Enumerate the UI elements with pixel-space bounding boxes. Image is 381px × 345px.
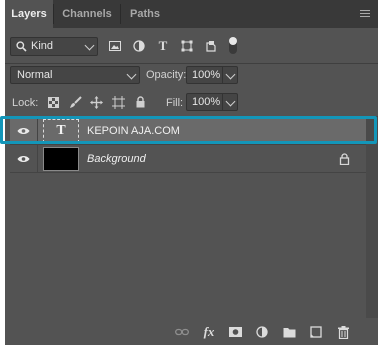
layers-panel: Layers Channels Paths Kind T Normal Opac… [5,0,378,345]
chevron-down-icon [84,40,95,51]
selected-layer-highlight [0,116,377,144]
layer-style-fx-icon[interactable]: fx [201,324,217,340]
layer-thumbnail-background[interactable] [43,147,79,171]
trash-icon[interactable] [335,324,351,340]
new-group-folder-icon[interactable] [281,324,297,340]
filter-kind-select[interactable]: Kind [10,37,98,56]
smart-object-filter-icon[interactable] [203,38,219,54]
panel-menu-icon[interactable] [360,10,370,18]
tab-layers[interactable]: Layers [5,0,53,28]
blend-mode-select[interactable]: Normal [10,66,140,84]
fill-value: 100% [192,96,221,108]
eye-icon [17,156,30,162]
fill-field[interactable]: 100% [186,93,238,111]
tab-channels[interactable]: Channels [54,0,120,28]
chevron-down-icon[interactable] [225,96,236,107]
image-filter-icon[interactable] [107,38,123,54]
layer-row-background[interactable]: Background [10,145,366,173]
blend-mode-value: Normal [17,69,53,81]
filter-kind-label: Kind [31,40,54,52]
lock-transparent-pixels-icon[interactable] [45,94,61,110]
fill-label: Fill: [166,97,184,109]
search-icon [16,41,27,52]
lock-row: Lock: Fill: 100% [5,89,378,115]
tab-paths[interactable]: Paths [121,0,169,28]
lock-label: Lock: [12,97,39,109]
layers-footer: fx [5,318,378,345]
shape-filter-icon[interactable] [179,38,195,54]
lock-image-pixels-icon[interactable] [67,94,83,110]
visibility-toggle[interactable] [10,145,38,173]
chevron-down-icon [126,69,137,80]
lock-all-icon[interactable] [132,94,148,110]
layers-scrollbar-track[interactable] [366,117,378,342]
type-filter-icon[interactable]: T [155,38,171,54]
adjustment-layer-icon[interactable] [254,324,270,340]
link-layers-icon[interactable] [174,324,190,340]
opacity-field[interactable]: 100% [186,66,238,84]
opacity-value: 100% [192,69,221,81]
lock-artboard-icon[interactable] [110,94,126,110]
filter-row: Kind T [5,28,378,64]
add-mask-icon[interactable] [227,324,243,340]
opacity-label: Opacity: [146,69,187,81]
filter-toggle-icon[interactable] [229,37,237,54]
new-layer-icon[interactable] [308,324,324,340]
lock-icon [339,153,350,165]
layer-name[interactable]: Background [87,145,146,173]
lock-position-icon[interactable] [88,94,104,110]
blend-row: Normal Opacity: 100% [5,64,378,86]
chevron-down-icon[interactable] [225,69,236,80]
adjustment-filter-icon[interactable] [131,38,147,54]
tab-bar: Layers Channels Paths [5,0,378,28]
